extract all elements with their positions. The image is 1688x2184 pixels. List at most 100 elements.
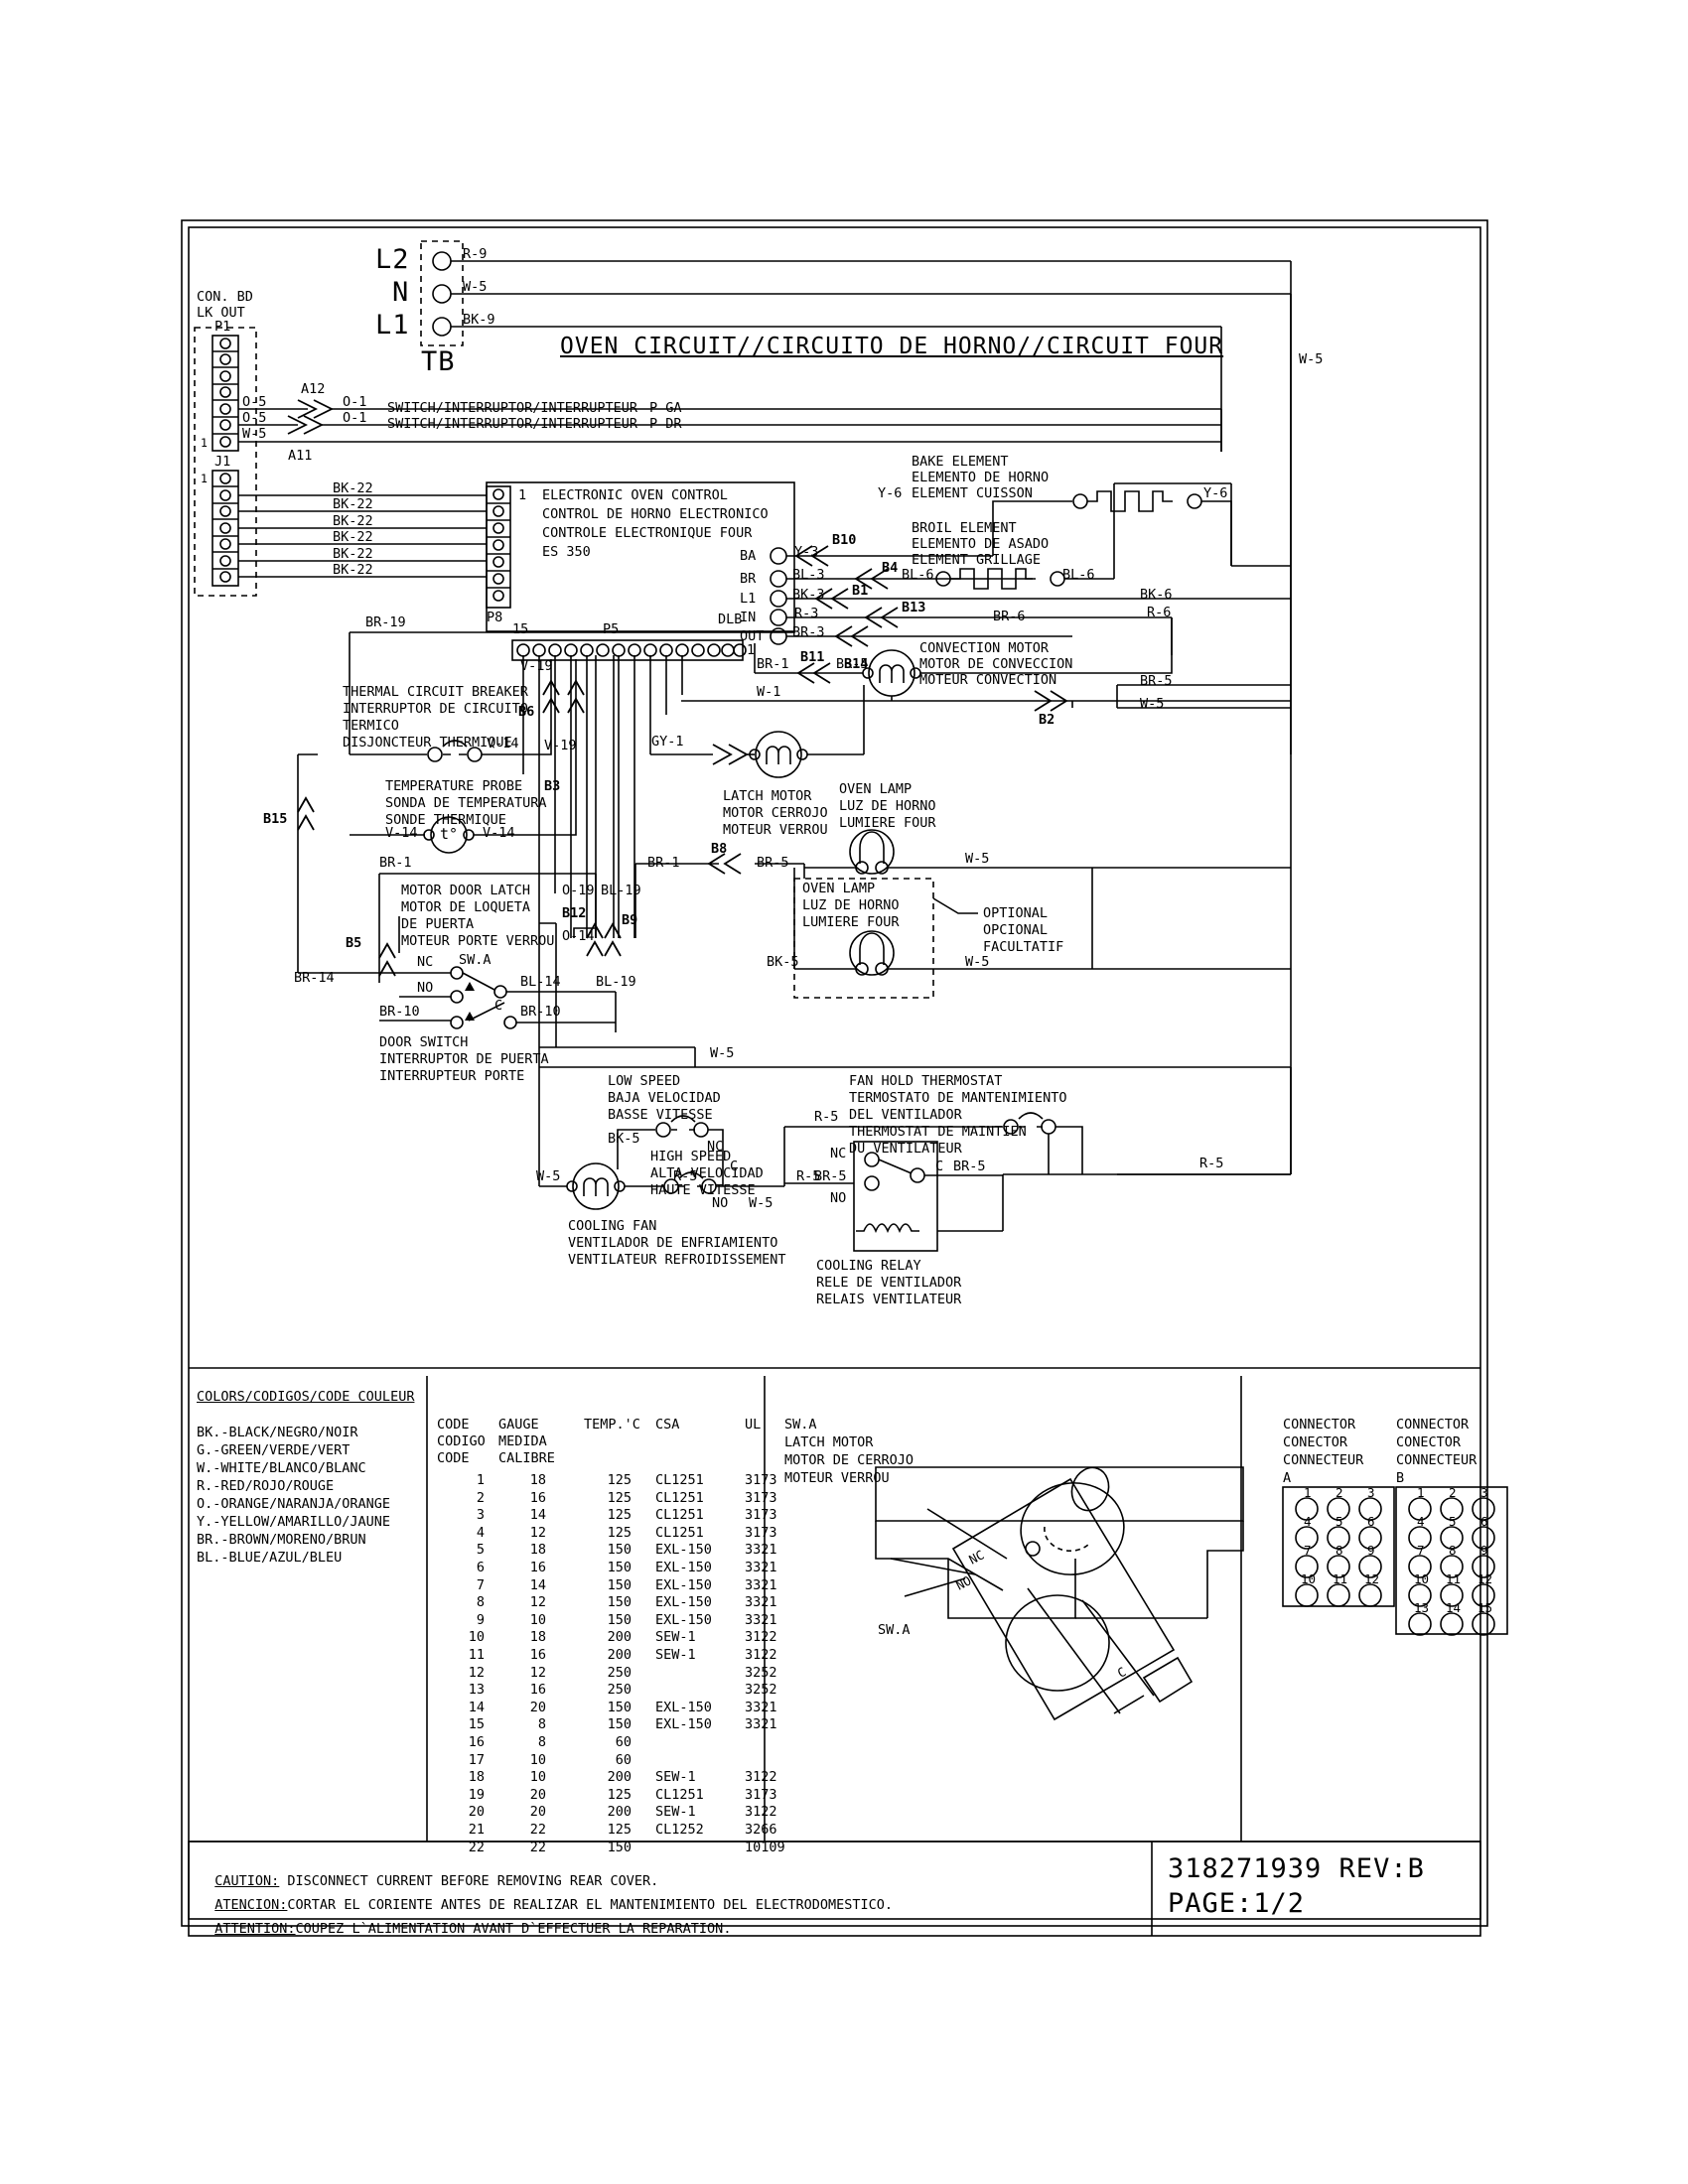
- bake-element-line-2: ELEMENTO DE HORNO: [912, 470, 1050, 485]
- gauge-cell-11-0: 12: [468, 1664, 485, 1681]
- thermal-breaker-line-1: THERMAL CIRCUIT BREAKER: [343, 684, 528, 700]
- gauge-cell-13-3: EXL-150: [655, 1699, 712, 1715]
- thermal-breaker-line-3: TERMICO: [343, 718, 399, 734]
- gauge-cell-15-1: 8: [537, 1734, 546, 1750]
- j1-label: J1: [214, 454, 231, 470]
- wire-r9-label: R-9: [463, 246, 488, 262]
- broil-element-line-1: BROIL ELEMENT: [912, 520, 1017, 536]
- gauge-cell-3-2: 125: [607, 1524, 632, 1541]
- oven-control-line-3: CONTROLE ELECTRONIQUE FOUR: [542, 525, 753, 541]
- door-latch-wire-bl14: BL-14: [520, 974, 561, 990]
- door-latch-line-4: MOTEUR PORTE VERROU: [401, 933, 555, 949]
- door-latch-c-label: C: [494, 998, 503, 1014]
- connector-b-pin-10: 10: [1414, 1571, 1430, 1586]
- connector-a-id: A: [1283, 1470, 1292, 1486]
- legend-color-7: BR.-BROWN/MORENO/BRUN: [197, 1532, 366, 1548]
- high-speed-line-2: ALTA VELOCIDAD: [650, 1165, 764, 1181]
- convection-line-2: MOTOR DE CONVECCION: [919, 656, 1073, 672]
- gauge-cell-4-0: 5: [476, 1542, 485, 1559]
- gauge-cell-10-3: SEW-1: [655, 1647, 696, 1663]
- sw-a-detail-line-4: MOTEUR VERROU: [784, 1470, 890, 1486]
- wire-o5-a-label: O-5: [242, 394, 267, 410]
- gauge-cell-10-1: 16: [529, 1647, 546, 1663]
- connector-b-pin-3: 3: [1480, 1485, 1488, 1500]
- p5-pin15-label: 15: [512, 621, 529, 637]
- gauge-cell-12-4: 3252: [745, 1682, 777, 1699]
- connector-b-pin-2: 2: [1449, 1485, 1457, 1500]
- fan-hold-line-4: THERMOSTAT DE MAINTIEN: [849, 1124, 1027, 1140]
- connector-a-pin-2: 2: [1336, 1485, 1343, 1500]
- bus-br5-label: BR-5: [1140, 673, 1173, 689]
- fan-hold-wire-r5: R-5: [814, 1109, 839, 1125]
- bake-element-line-3: ELEMENT CUISSON: [912, 485, 1033, 501]
- cooling-fan-nc-label: NC: [707, 1139, 724, 1155]
- temp-probe-line-1: TEMPERATURE PROBE: [385, 778, 523, 794]
- gauge-cell-11-1: 12: [529, 1664, 546, 1681]
- gauge-cell-18-1: 20: [529, 1786, 546, 1803]
- cooling-fan-wire-r5: R-5: [673, 1168, 698, 1184]
- legend-color-6: Y.-YELLOW/AMARILLO/JAUNE: [197, 1514, 391, 1530]
- door-switch-wire-right: BR-10: [520, 1004, 561, 1020]
- gauge-cell-21-4: 10109: [745, 1839, 785, 1855]
- gauge-header-4: UL: [745, 1417, 762, 1433]
- gauge-cell-0-4: 3173: [745, 1472, 777, 1488]
- splice-b13-label: B13: [902, 600, 926, 615]
- gauge-cell-3-4: 3173: [745, 1524, 777, 1541]
- terminal-l1-label: L1: [375, 310, 410, 341]
- door-latch-sw-a-label: SW.A: [459, 952, 492, 968]
- gauge-cell-1-0: 2: [476, 1489, 485, 1506]
- connector-b-pin-8: 8: [1449, 1543, 1457, 1558]
- gauge-cell-9-3: SEW-1: [655, 1629, 696, 1646]
- door-switch-line-2: INTERRUPTOR DE PUERTA: [379, 1051, 549, 1067]
- cooling-fan-c-label: C: [730, 1159, 739, 1174]
- gauge-cell-10-0: 11: [468, 1647, 485, 1663]
- wire-br3-label: BR-3: [792, 624, 825, 640]
- gauge-subheader-a-0: CODIGO: [437, 1433, 486, 1449]
- page-number: PAGE:1/2: [1168, 1888, 1306, 1919]
- legend-colors-title: COLORS/CODIGOS/CODE COULEUR: [197, 1389, 415, 1405]
- terminal-br-label: BR: [740, 571, 757, 587]
- gauge-subheader-a-1: MEDIDA: [498, 1433, 547, 1449]
- door-latch-nc-label: NC: [417, 954, 434, 970]
- gauge-cell-18-3: CL1251: [655, 1786, 704, 1803]
- temp-probe-wire-v19: V-19: [544, 738, 577, 753]
- bus-bk6-label: BK-6: [1140, 587, 1173, 603]
- convection-wire-br1-label: BR-1: [757, 656, 789, 672]
- gauge-cell-8-1: 10: [529, 1611, 546, 1628]
- latch-motor-ref-b8: B8: [711, 841, 728, 857]
- door-switch-line-3: INTERRUPTEUR PORTE: [379, 1068, 525, 1084]
- gauge-cell-1-2: 125: [607, 1489, 632, 1506]
- bus-r6-label: R-6: [1147, 605, 1172, 620]
- gauge-cell-18-0: 19: [468, 1786, 485, 1803]
- gauge-cell-10-4: 3122: [745, 1647, 777, 1663]
- gauge-cell-17-4: 3122: [745, 1769, 777, 1786]
- gauge-cell-7-1: 12: [529, 1594, 546, 1611]
- connector-a-pin-9: 9: [1367, 1543, 1375, 1558]
- cooling-fan-wire-w5-bottom: W-5: [749, 1195, 774, 1211]
- gauge-cell-17-0: 18: [468, 1769, 485, 1786]
- oven-lamp-opt-line-1: OVEN LAMP: [802, 881, 876, 896]
- gauge-cell-0-0: 1: [476, 1472, 485, 1488]
- gauge-cell-21-0: 22: [468, 1839, 485, 1855]
- gauge-cell-4-1: 18: [529, 1542, 546, 1559]
- gauge-cell-20-4: 3266: [745, 1822, 777, 1838]
- oven-lamp-line-2: LUZ DE HORNO: [839, 798, 936, 814]
- gauge-cell-7-0: 8: [476, 1594, 485, 1611]
- door-latch-wire-bl19: BL-19: [601, 883, 641, 898]
- gauge-cell-0-3: CL1251: [655, 1472, 704, 1488]
- part-number: 318271939 REV:B: [1168, 1853, 1425, 1884]
- legend-color-2: G.-GREEN/VERDE/VERT: [197, 1442, 351, 1458]
- caution-text-fr: COUPEZ L`ALIMENTATION AVANT D`EFFECTUER …: [295, 1920, 732, 1937]
- connector-b-line-3: CONNECTEUR: [1396, 1452, 1477, 1468]
- gauge-cell-17-3: SEW-1: [655, 1769, 696, 1786]
- door-latch-wire-bl19-right: BL-19: [596, 974, 636, 990]
- gauge-cell-16-1: 10: [529, 1751, 546, 1768]
- door-switch-wire-left: BR-10: [379, 1004, 420, 1020]
- bus-r5-right-label: R-5: [1199, 1156, 1224, 1171]
- gauge-cell-19-1: 20: [529, 1804, 546, 1821]
- wire-r3-label: R-3: [794, 606, 819, 621]
- wire-bk22-2: BK-22: [333, 496, 373, 512]
- connector-b-line-2: CONECTOR: [1396, 1434, 1462, 1450]
- legend-color-8: BL.-BLUE/AZUL/BLEU: [197, 1550, 343, 1566]
- temp-probe-line-2: SONDA DE TEMPERATURA: [385, 795, 547, 811]
